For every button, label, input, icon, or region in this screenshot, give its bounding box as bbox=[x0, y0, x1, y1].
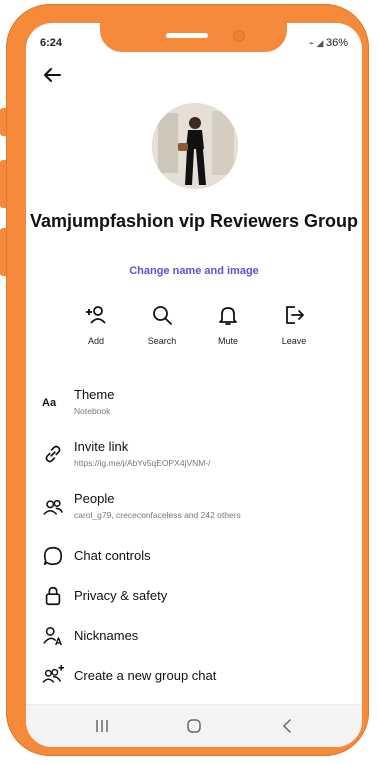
speaker-grille bbox=[166, 33, 208, 38]
leave-label: Leave bbox=[281, 336, 307, 346]
add-label: Add bbox=[87, 336, 104, 346]
menu-item-privacy-safety[interactable]: Privacy & safety bbox=[26, 579, 362, 615]
search-label: Search bbox=[147, 336, 177, 346]
leave-button[interactable]: Leave bbox=[264, 303, 324, 346]
group-add-icon bbox=[42, 665, 64, 687]
menu-item-subtitle: carol_g79, crececonfaceless and 242 othe… bbox=[74, 510, 241, 520]
menu-item-title: Create a new group chat bbox=[74, 668, 217, 683]
add-person-icon bbox=[86, 306, 106, 324]
front-camera bbox=[233, 30, 245, 42]
link-icon bbox=[42, 443, 64, 465]
nickname-icon bbox=[42, 625, 64, 647]
menu-item-title: People bbox=[74, 491, 115, 506]
phone-side-button bbox=[0, 108, 6, 136]
mute-label: Mute bbox=[217, 336, 238, 346]
menu-item-title: Privacy & safety bbox=[74, 588, 168, 603]
leave-icon bbox=[286, 306, 304, 324]
home-icon[interactable] bbox=[182, 716, 206, 736]
chat-bubble-icon bbox=[42, 545, 64, 567]
people-icon bbox=[42, 497, 64, 519]
menu-item-title: Nicknames bbox=[74, 628, 139, 643]
back-arrow-icon[interactable] bbox=[40, 63, 64, 87]
add-button[interactable]: Add bbox=[66, 303, 126, 346]
search-icon bbox=[153, 306, 172, 325]
status-battery: ⌁ ◢ 36% bbox=[308, 37, 348, 49]
phone-notch bbox=[100, 14, 287, 52]
group-avatar[interactable] bbox=[152, 103, 238, 189]
theme-icon: Aa bbox=[42, 397, 57, 409]
mute-button[interactable]: Mute bbox=[198, 303, 258, 346]
status-time: 6:24 bbox=[40, 37, 63, 49]
menu-item-people[interactable]: People carol_g79, crececonfaceless and 2… bbox=[26, 487, 362, 523]
menu-item-invite-link[interactable]: Invite link https://ig.me/j/AbYv5qEOPX4j… bbox=[26, 435, 362, 471]
menu-item-chat-controls[interactable]: Chat controls bbox=[26, 539, 362, 575]
action-row: Add Search Mute Leave bbox=[26, 303, 362, 353]
menu-item-title: Theme bbox=[74, 387, 115, 402]
nav-back-icon[interactable] bbox=[276, 716, 300, 736]
menu-item-theme[interactable]: Aa Theme Notebook bbox=[26, 383, 362, 419]
android-nav-bar bbox=[26, 704, 362, 747]
change-name-image-link[interactable]: Change name and image bbox=[26, 265, 362, 277]
menu-item-create-group-chat[interactable]: Create a new group chat bbox=[26, 659, 362, 695]
lock-icon bbox=[42, 585, 64, 607]
search-button[interactable]: Search bbox=[132, 303, 192, 346]
phone-side-button bbox=[0, 228, 6, 276]
bell-icon bbox=[219, 307, 237, 325]
battery-level: 36% bbox=[325, 37, 348, 49]
menu-item-title: Chat controls bbox=[74, 548, 151, 563]
menu-item-title: Invite link bbox=[74, 439, 129, 454]
recents-icon[interactable] bbox=[90, 716, 114, 736]
menu-item-nicknames[interactable]: Nicknames bbox=[26, 619, 362, 655]
menu-item-subtitle: Notebook bbox=[74, 406, 111, 416]
phone-side-button bbox=[0, 160, 6, 208]
phone-screen: 6:24 ⌁ ◢ 36% Vamjumpfashion vip Reviewer… bbox=[26, 23, 362, 747]
menu-item-subtitle: https://ig.me/j/AbYv5qEOPX4jVNM-/ bbox=[74, 458, 211, 468]
group-name: Vamjumpfashion vip Reviewers Group bbox=[29, 211, 359, 231]
